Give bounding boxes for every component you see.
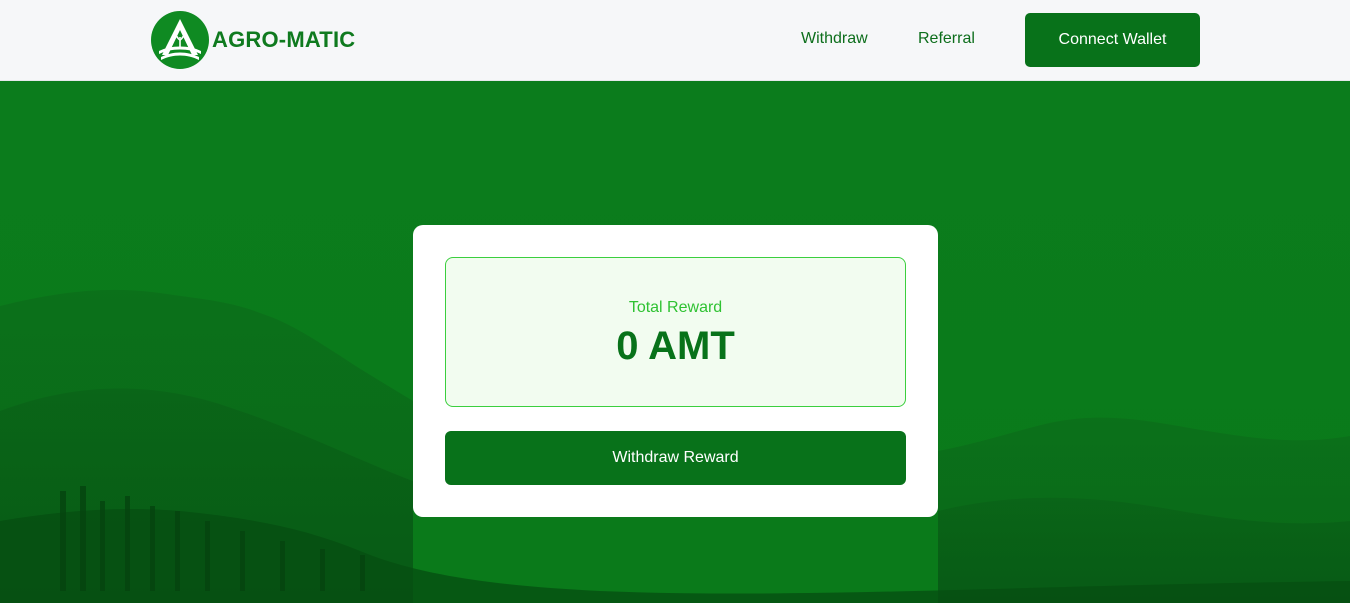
withdraw-reward-button[interactable]: Withdraw Reward bbox=[445, 431, 906, 485]
hero-section: Total Reward 0 AMT Withdraw Reward bbox=[0, 81, 1350, 603]
brand-name: AGRO-MATIC bbox=[212, 27, 356, 52]
total-reward-panel: Total Reward 0 AMT bbox=[445, 257, 906, 407]
navbar: AGRO-MATIC Withdraw Referral Connect Wal… bbox=[0, 0, 1350, 81]
agro-matic-logo-icon bbox=[151, 11, 209, 69]
total-reward-value: 0 AMT bbox=[616, 324, 735, 368]
nav-link-withdraw[interactable]: Withdraw bbox=[801, 29, 868, 49]
reward-card: Total Reward 0 AMT Withdraw Reward bbox=[413, 225, 938, 517]
connect-wallet-button[interactable]: Connect Wallet bbox=[1025, 13, 1200, 67]
nav-link-referral[interactable]: Referral bbox=[918, 29, 975, 49]
total-reward-label: Total Reward bbox=[628, 299, 723, 316]
brand-logo[interactable]: AGRO-MATIC bbox=[151, 11, 355, 69]
